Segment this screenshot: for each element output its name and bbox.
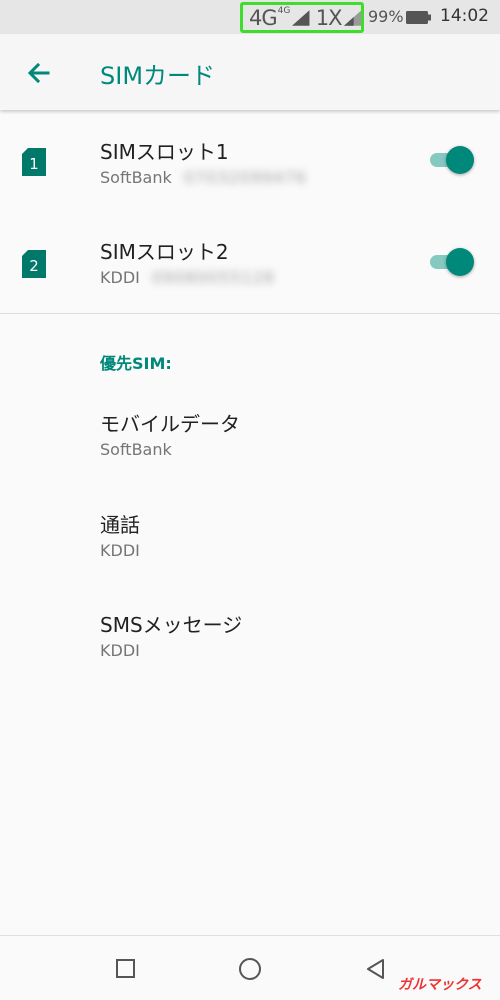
toggle-thumb: [446, 146, 474, 174]
pref-calls-value: KDDI: [100, 541, 140, 560]
sim-slot-1-toggle[interactable]: [428, 146, 476, 174]
battery-percent: 99%: [368, 7, 404, 26]
home-button[interactable]: [235, 954, 265, 984]
sim-card-icon: 1: [22, 148, 46, 176]
pref-mobile-data-title: モバイルデータ: [100, 412, 240, 436]
pref-sms-value: KDDI: [100, 641, 140, 660]
recents-button[interactable]: [111, 954, 141, 984]
network-4g-superscript: 4G: [277, 5, 291, 16]
sim-slot-2-toggle[interactable]: [428, 248, 476, 276]
pref-calls-title: 通話: [100, 513, 140, 537]
square-icon: [116, 959, 135, 978]
page-title: SIMカード: [100, 62, 216, 90]
pref-calls[interactable]: 通話 KDDI: [0, 509, 500, 599]
sim-slot-2-carrier: KDDI: [100, 268, 140, 287]
sim-slot-2-row[interactable]: 2 SIMスロット2 KDDI 09080055128: [0, 236, 500, 336]
sim-slot-1-carrier: SoftBank: [100, 168, 172, 187]
network-4g-label: 4G: [249, 5, 278, 30]
sim-slot-number: 2: [29, 257, 39, 275]
battery-icon: [406, 11, 431, 24]
sim-slot-1-row[interactable]: 1 SIMスロット1 SoftBank 07032099476: [0, 136, 500, 236]
pref-mobile-data[interactable]: モバイルデータ SoftBank: [0, 408, 500, 498]
clock: 14:02: [440, 6, 489, 26]
toggle-thumb: [446, 248, 474, 276]
circle-icon: [239, 958, 261, 980]
signal-strength-icon: [343, 9, 361, 26]
pref-sms-title: SMSメッセージ: [100, 613, 243, 637]
sim-slot-1-subtitle: SoftBank 07032099476: [100, 168, 307, 187]
sim-slot-2-subtitle: KDDI 09080055128: [100, 268, 275, 287]
pref-sms[interactable]: SMSメッセージ KDDI: [0, 609, 500, 699]
network-1x-label: 1X: [315, 5, 343, 30]
signal-strength-icon: [292, 9, 310, 26]
sim-slot-1-number: 07032099476: [183, 168, 307, 187]
sim-slot-1-name: SIMスロット1: [100, 140, 229, 164]
pref-mobile-data-value: SoftBank: [100, 440, 172, 459]
arrow-back-icon: [27, 62, 50, 84]
sim-slot-number: 1: [29, 155, 39, 173]
sim-card-icon: 2: [22, 250, 46, 278]
section-divider: [0, 313, 500, 314]
nav-back-button[interactable]: [361, 954, 391, 984]
sim-slot-2-name: SIMスロット2: [100, 240, 229, 264]
app-bar: SIMカード: [0, 34, 500, 110]
triangle-back-icon: [367, 959, 384, 979]
sim-slot-2-number: 09080055128: [151, 268, 275, 287]
back-button[interactable]: [22, 56, 56, 90]
network-indicator-highlight: 4G 4G 1X: [240, 2, 364, 33]
preferred-sim-header: 優先SIM:: [100, 354, 172, 373]
watermark-logo: ガルマックス: [398, 977, 482, 993]
status-bar: 4G 4G 1X 99% 14:02: [0, 0, 500, 34]
